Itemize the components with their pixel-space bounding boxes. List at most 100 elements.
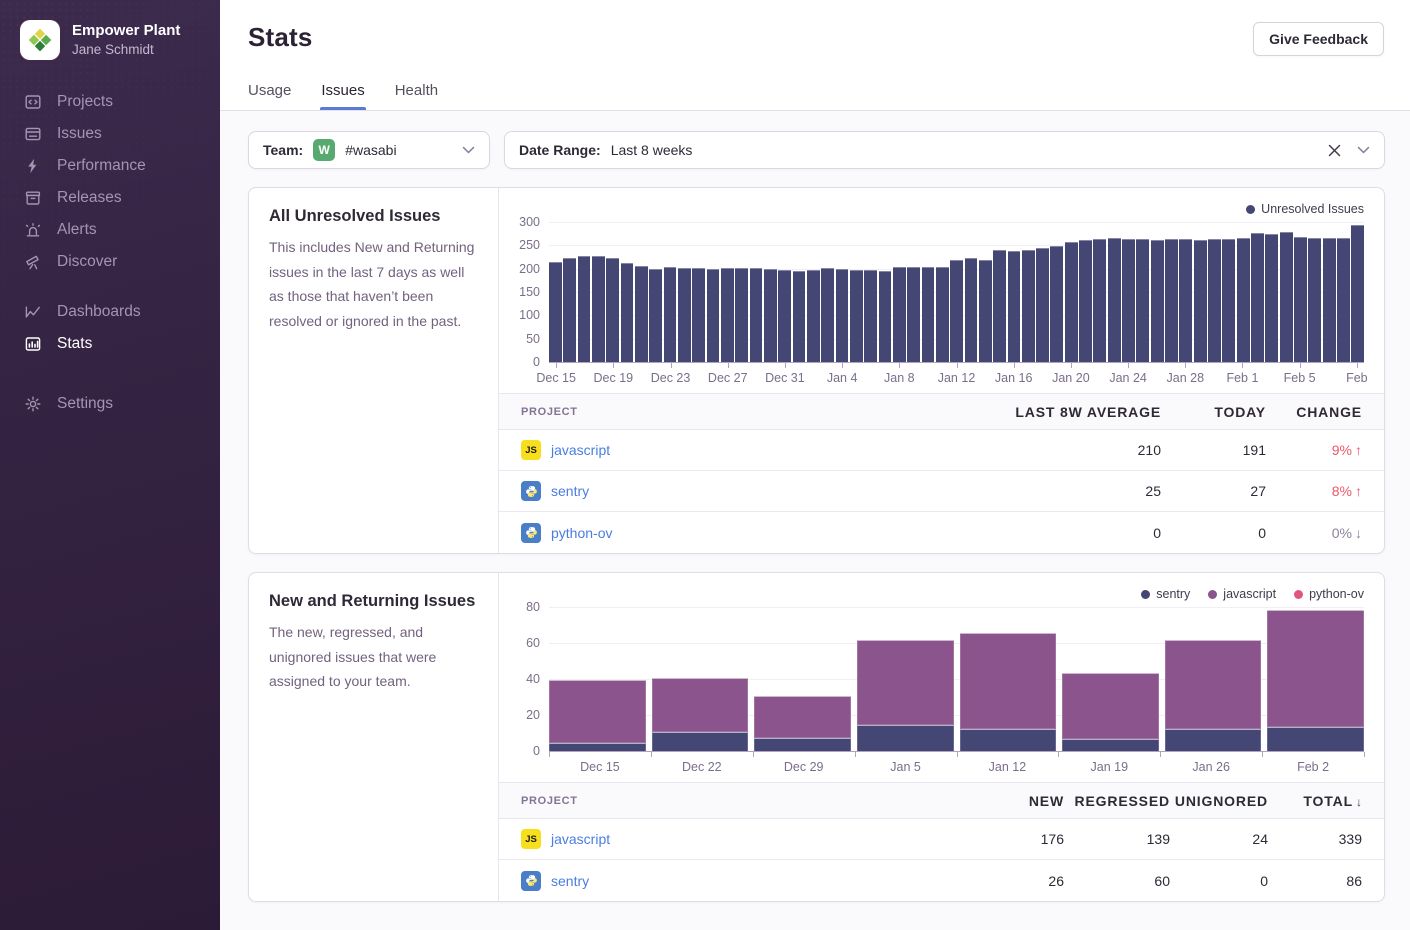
table-row-sentry: sentry 25 27 8%↑ <box>499 471 1384 512</box>
today-value: 0 <box>1161 525 1266 541</box>
sidebar-item-dashboards[interactable]: Dashboards <box>0 296 220 328</box>
legend-item-javascript[interactable]: javascript <box>1208 587 1276 601</box>
unignored-value: 0 <box>1170 873 1268 889</box>
releases-icon <box>24 189 42 207</box>
tab-health[interactable]: Health <box>395 82 438 110</box>
sidebar-item-settings[interactable]: Settings <box>0 388 220 420</box>
issues-icon <box>24 125 42 143</box>
sidebar-item-releases[interactable]: Releases <box>0 182 220 214</box>
change-value: 8%↑ <box>1266 483 1362 499</box>
new-returning-issues-table: Project New Regressed Unignored Total↓ J… <box>499 782 1384 901</box>
legend-item-sentry[interactable]: sentry <box>1141 587 1190 601</box>
python-project-icon <box>521 523 541 543</box>
sidebar-item-issues[interactable]: Issues <box>0 118 220 150</box>
sort-descending-icon: ↓ <box>1356 795 1362 809</box>
sidebar-item-label: Releases <box>57 189 122 207</box>
sidebar-item-label: Projects <box>57 93 113 111</box>
org-switcher[interactable]: Empower Plant Jane Schmidt <box>0 0 220 82</box>
new-value: 176 <box>968 831 1064 847</box>
page-header: Stats Give Feedback Usage Issues Health <box>220 0 1410 111</box>
column-header-new[interactable]: New <box>968 793 1064 809</box>
discover-icon <box>24 253 42 271</box>
table-row-python-ov: python-ov 0 0 0%↓ <box>499 512 1384 553</box>
total-value: 339 <box>1268 831 1362 847</box>
legend-dot-icon <box>1246 205 1255 214</box>
column-header-regressed[interactable]: Regressed <box>1064 793 1170 809</box>
column-header-unignored[interactable]: Unignored <box>1170 793 1268 809</box>
settings-icon <box>24 395 42 413</box>
clear-date-range-icon[interactable] <box>1328 144 1341 157</box>
sidebar-item-label: Issues <box>57 125 102 143</box>
project-link[interactable]: javascript <box>551 442 610 458</box>
column-header-total[interactable]: Total↓ <box>1268 793 1362 809</box>
panel-description: The new, regressed, and unignored issues… <box>269 620 478 694</box>
give-feedback-button[interactable]: Give Feedback <box>1253 22 1384 56</box>
team-select-value: #wasabi <box>345 142 396 158</box>
sidebar-item-label: Alerts <box>57 221 97 239</box>
project-link[interactable]: python-ov <box>551 525 612 541</box>
alerts-icon <box>24 221 42 239</box>
sidebar-item-label: Dashboards <box>57 303 141 321</box>
regressed-value: 139 <box>1064 831 1170 847</box>
dashboards-icon <box>24 303 42 321</box>
avg-value: 210 <box>991 442 1161 458</box>
legend-dot-icon <box>1208 590 1217 599</box>
project-link[interactable]: sentry <box>551 483 589 499</box>
column-header-today: Today <box>1161 404 1266 420</box>
team-select-label: Team: <box>263 142 303 158</box>
sidebar-item-discover[interactable]: Discover <box>0 246 220 278</box>
team-select[interactable]: Team: W #wasabi <box>248 131 490 169</box>
project-link[interactable]: javascript <box>551 831 610 847</box>
column-header-last-8w-average: Last 8w Average <box>991 404 1161 420</box>
table-row-javascript: JS javascript 176 139 24 339 <box>499 819 1384 860</box>
user-name: Jane Schmidt <box>72 41 180 59</box>
new-value: 26 <box>968 873 1064 889</box>
legend-label: Unresolved Issues <box>1261 202 1364 216</box>
arrow-up-icon: ↑ <box>1355 442 1362 458</box>
change-value: 0%↓ <box>1266 525 1362 541</box>
legend-label: python-ov <box>1309 587 1364 601</box>
stats-icon <box>24 335 42 353</box>
change-value: 9%↑ <box>1266 442 1362 458</box>
date-range-select[interactable]: Date Range: Last 8 weeks <box>504 131 1385 169</box>
tab-usage[interactable]: Usage <box>248 82 291 110</box>
team-avatar: W <box>313 139 335 161</box>
date-range-value: Last 8 weeks <box>611 142 693 158</box>
unresolved-issues-table: Project Last 8w Average Today Change JS … <box>499 393 1384 553</box>
javascript-project-icon: JS <box>521 829 541 849</box>
column-header-change: Change <box>1266 404 1362 420</box>
legend-item-unresolved-issues[interactable]: Unresolved Issues <box>1246 202 1364 216</box>
legend-label: javascript <box>1223 587 1276 601</box>
today-value: 191 <box>1161 442 1266 458</box>
table-row-javascript: JS javascript 210 191 9%↑ <box>499 430 1384 471</box>
legend-item-python-ov[interactable]: python-ov <box>1294 587 1364 601</box>
tab-issues[interactable]: Issues <box>321 82 364 110</box>
unresolved-issues-chart[interactable]: Unresolved Issues 050100150200250300 Dec… <box>499 188 1384 393</box>
performance-icon <box>24 157 42 175</box>
python-project-icon <box>521 481 541 501</box>
unignored-value: 24 <box>1170 831 1268 847</box>
org-name: Empower Plant <box>72 21 180 41</box>
chart-legend: sentry javascript python-ov <box>513 585 1364 603</box>
date-range-label: Date Range: <box>519 142 601 158</box>
avg-value: 25 <box>991 483 1161 499</box>
sidebar-item-projects[interactable]: Projects <box>0 86 220 118</box>
sidebar-item-label: Stats <box>57 335 92 353</box>
sidebar-item-stats[interactable]: Stats <box>0 328 220 360</box>
page-title: Stats <box>248 22 313 53</box>
python-project-icon <box>521 871 541 891</box>
new-returning-issues-chart[interactable]: sentry javascript python-ov 020406080 De… <box>499 573 1384 782</box>
project-link[interactable]: sentry <box>551 873 589 889</box>
sidebar: Empower Plant Jane Schmidt Projects Issu… <box>0 0 220 930</box>
sidebar-item-performance[interactable]: Performance <box>0 150 220 182</box>
javascript-project-icon: JS <box>521 440 541 460</box>
sidebar-item-alerts[interactable]: Alerts <box>0 214 220 246</box>
empower-plant-logo-icon <box>20 20 60 60</box>
legend-dot-icon <box>1294 590 1303 599</box>
column-header-project: Project <box>521 406 991 418</box>
panel-description: This includes New and Returning issues i… <box>269 235 478 333</box>
sidebar-item-label: Discover <box>57 253 117 271</box>
sidebar-item-label: Settings <box>57 395 113 413</box>
panel-title: All Unresolved Issues <box>269 207 478 226</box>
table-row-sentry: sentry 26 60 0 86 <box>499 860 1384 901</box>
